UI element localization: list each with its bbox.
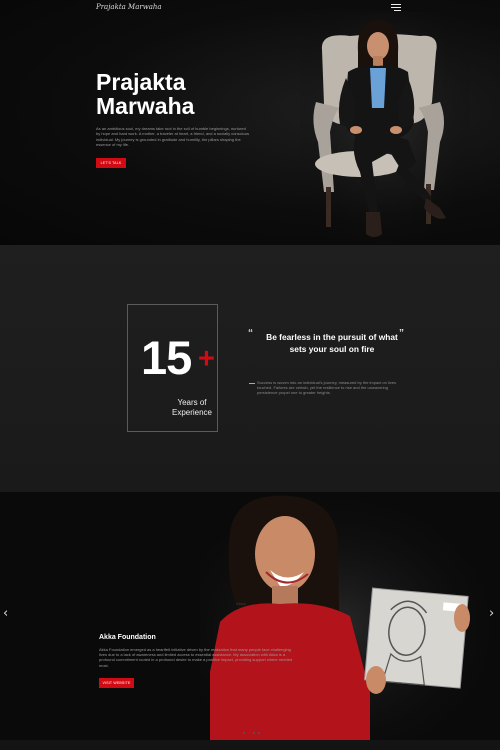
lets-talk-button[interactable]: LET'S TALK — [96, 158, 126, 168]
chevron-right-icon[interactable]: › — [489, 606, 494, 621]
quote-text: Be fearless in the pursuit of what sets … — [266, 332, 398, 354]
experience-number: 15 — [141, 331, 192, 384]
slider-dot[interactable] — [253, 732, 255, 734]
foundation-body: Akka Foundation emerged as a heartfelt i… — [99, 647, 293, 668]
hero-bio: As an ambitious soul, my dreams take roo… — [96, 126, 249, 148]
menu-icon[interactable] — [391, 4, 401, 11]
foundation-title: Akka Foundation — [99, 634, 156, 641]
quote-dash — [249, 383, 255, 384]
hero-section: Prajakta Marwaha Prajakta Marwaha As an … — [0, 0, 500, 245]
quote-open-icon: “ — [248, 328, 253, 339]
quote-body: Success is woven into an individual's jo… — [257, 380, 396, 396]
hero-title: Prajakta Marwaha — [96, 70, 194, 118]
slider-dots — [243, 732, 260, 734]
chevron-left-icon[interactable]: ‹ — [3, 606, 8, 621]
foundation-photo — [200, 492, 500, 740]
hero-last-name: Marwaha — [96, 93, 195, 119]
slider-dot[interactable] — [258, 732, 260, 734]
stats-section — [0, 245, 500, 492]
portrait-photo — [300, 12, 470, 244]
bottom-bar — [0, 740, 500, 750]
experience-plus: + — [198, 343, 215, 375]
slider-dot[interactable] — [248, 732, 250, 734]
experience-label: Years of Experience — [171, 398, 213, 417]
slider-dot[interactable] — [243, 732, 245, 734]
foundation-section: Akka — [0, 492, 500, 740]
visit-website-button[interactable]: VISIT WEBSITE — [99, 678, 134, 688]
hero-first-name: Prajakta — [96, 69, 186, 95]
book-label: Akka — [236, 601, 246, 606]
signature-logo[interactable]: Prajakta Marwaha — [96, 3, 162, 11]
